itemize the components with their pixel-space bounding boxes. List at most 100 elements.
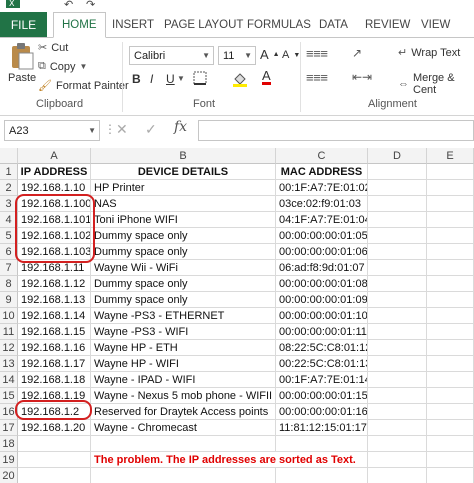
table-cell[interactable] — [18, 436, 91, 452]
table-cell[interactable]: 00:00:00:00:01:05 — [276, 228, 368, 244]
table-cell[interactable] — [427, 420, 474, 436]
table-cell[interactable]: 192.168.1.12 — [18, 276, 91, 292]
table-cell[interactable]: NAS — [91, 196, 276, 212]
column-header-d[interactable]: D — [368, 148, 427, 164]
table-cell[interactable] — [427, 468, 474, 483]
grow-font-button[interactable]: A ▲ — [260, 47, 280, 62]
table-cell[interactable] — [276, 436, 368, 452]
table-cell[interactable] — [368, 292, 427, 308]
tab-file[interactable]: FILE — [0, 12, 47, 38]
table-cell[interactable]: 192.168.1.20 — [18, 420, 91, 436]
table-cell[interactable] — [91, 468, 276, 483]
redo-icon[interactable]: ↷ — [86, 0, 95, 11]
table-cell[interactable]: Dummy space only — [91, 292, 276, 308]
table-cell[interactable] — [368, 276, 427, 292]
table-cell[interactable]: 192.168.1.14 — [18, 308, 91, 324]
table-cell[interactable]: 192.168.1.18 — [18, 372, 91, 388]
table-cell[interactable] — [368, 436, 427, 452]
undo-icon[interactable]: ↶ — [64, 0, 73, 11]
select-all-corner[interactable] — [0, 148, 18, 164]
table-cell[interactable]: Dummy space only — [91, 228, 276, 244]
table-cell[interactable] — [427, 276, 474, 292]
row-header[interactable]: 20 — [0, 468, 18, 483]
table-cell[interactable]: 192.168.1.17 — [18, 356, 91, 372]
table-cell[interactable] — [427, 180, 474, 196]
table-cell[interactable] — [18, 468, 91, 483]
table-cell[interactable]: 00:00:00:00:01:10 — [276, 308, 368, 324]
table-cell[interactable]: 00:00:00:00:01:16 — [276, 404, 368, 420]
header-cell[interactable]: MAC ADDRESS — [276, 164, 368, 180]
table-cell[interactable] — [427, 228, 474, 244]
shrink-font-button[interactable]: A ▼ — [282, 49, 300, 61]
row-header[interactable]: 18 — [0, 436, 18, 452]
table-cell[interactable]: 08:22:5C:C8:01:12 — [276, 340, 368, 356]
table-cell[interactable] — [427, 324, 474, 340]
row-header[interactable]: 11 — [0, 324, 18, 340]
table-cell[interactable]: 00:22:5C:C8:01:13 — [276, 356, 368, 372]
table-cell[interactable]: Wayne - IPAD - WIFI — [91, 372, 276, 388]
row-header[interactable]: 19 — [0, 452, 18, 468]
bold-button[interactable]: B — [132, 72, 141, 86]
tab-page-layout[interactable]: PAGE LAYOUT — [164, 12, 243, 38]
table-cell[interactable]: Wayne - Chromecast — [91, 420, 276, 436]
tab-data[interactable]: DATA — [319, 12, 348, 38]
row-header[interactable]: 2 — [0, 180, 18, 196]
table-cell[interactable]: 00:00:00:00:01:11 — [276, 324, 368, 340]
row-header[interactable]: 9 — [0, 292, 18, 308]
orientation-button[interactable]: ↗ — [352, 46, 362, 60]
row-header[interactable]: 12 — [0, 340, 18, 356]
table-cell[interactable] — [368, 372, 427, 388]
font-color-button[interactable]: A — [262, 69, 271, 85]
row-header[interactable]: 15 — [0, 388, 18, 404]
table-cell[interactable]: 06:ad:f8:9d:01:07 — [276, 260, 368, 276]
table-cell[interactable]: Dummy space only — [91, 276, 276, 292]
header-cell[interactable] — [368, 164, 427, 180]
header-cell[interactable] — [427, 164, 474, 180]
header-cell[interactable]: IP ADDRESS — [18, 164, 91, 180]
table-cell[interactable] — [368, 340, 427, 356]
table-cell[interactable]: Wayne HP - WIFI — [91, 356, 276, 372]
table-cell[interactable]: 192.168.1.15 — [18, 324, 91, 340]
table-cell[interactable] — [368, 388, 427, 404]
table-cell[interactable] — [427, 244, 474, 260]
row-header[interactable]: 14 — [0, 372, 18, 388]
table-cell[interactable] — [427, 452, 474, 468]
table-cell[interactable]: 192.168.1.16 — [18, 340, 91, 356]
table-cell[interactable] — [18, 452, 91, 468]
formula-input[interactable] — [198, 120, 474, 141]
table-cell[interactable] — [368, 180, 427, 196]
table-cell[interactable] — [427, 260, 474, 276]
table-cell[interactable]: Wayne Wii - WiFi — [91, 260, 276, 276]
table-cell[interactable]: 00:00:00:00:01:06 — [276, 244, 368, 260]
align-left-button[interactable]: ≡ ≡ ≡ — [306, 70, 328, 85]
table-cell[interactable]: Reserved for Draytek Access points — [91, 404, 276, 420]
table-cell[interactable]: 03ce:02:f9:01:03 — [276, 196, 368, 212]
table-cell[interactable] — [427, 196, 474, 212]
row-header[interactable]: 7 — [0, 260, 18, 276]
row-header[interactable]: 10 — [0, 308, 18, 324]
tab-view[interactable]: VIEW — [421, 12, 450, 38]
table-cell[interactable] — [368, 468, 427, 483]
table-cell[interactable]: Wayne - Nexus 5 mob phone - WIFII — [91, 388, 276, 404]
paste-button[interactable]: Paste — [8, 42, 36, 84]
indent-button[interactable]: ⇤⇥ — [352, 70, 372, 84]
row-header[interactable]: 17 — [0, 420, 18, 436]
cut-button[interactable]: ✂ Cut — [38, 41, 68, 55]
row-header[interactable]: 1 — [0, 164, 18, 180]
cancel-icon[interactable]: ✕ — [116, 121, 128, 138]
table-cell[interactable]: 11:81:12:15:01:17 — [276, 420, 368, 436]
wrap-text-button[interactable]: ↵ Wrap Text — [398, 46, 460, 60]
table-cell[interactable] — [91, 436, 276, 452]
tab-insert[interactable]: INSERT — [112, 12, 154, 38]
font-name-select[interactable]: Calibri ▼ — [129, 46, 214, 65]
table-cell[interactable]: Toni iPhone WIFI — [91, 212, 276, 228]
table-cell[interactable] — [368, 196, 427, 212]
table-cell[interactable]: 00:00:00:00:01:08 — [276, 276, 368, 292]
copy-button[interactable]: ⧉ Copy ▼ — [38, 60, 90, 73]
table-cell[interactable] — [427, 212, 474, 228]
insert-function-button[interactable]: fx — [174, 119, 187, 135]
table-cell[interactable] — [427, 308, 474, 324]
table-cell[interactable] — [427, 372, 474, 388]
header-cell[interactable]: DEVICE DETAILS — [91, 164, 276, 180]
table-cell[interactable]: 04:1F:A7:7E:01:04 — [276, 212, 368, 228]
